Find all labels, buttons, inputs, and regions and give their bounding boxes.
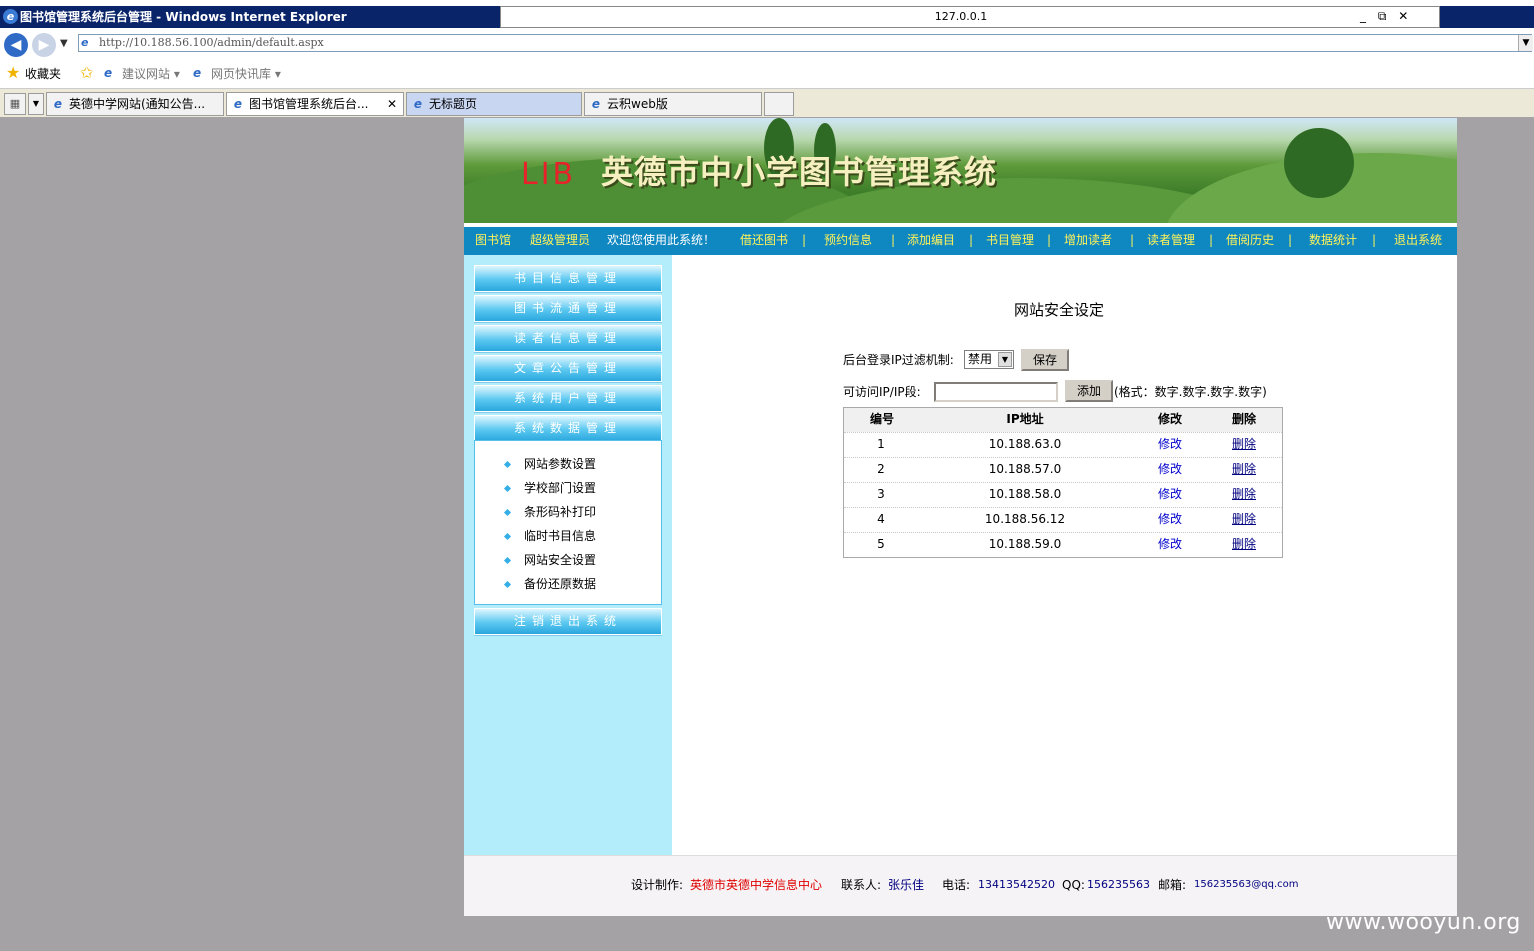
history-dropdown-icon[interactable]: ▼ [60, 38, 68, 49]
save-button[interactable]: 保存 [1021, 349, 1069, 371]
menu-circulation[interactable]: 图书流通管理 [474, 295, 662, 322]
nav-reservations[interactable]: 预约信息 [824, 232, 872, 248]
ie-icon: e [53, 97, 63, 111]
tab-untitled[interactable]: e 无标题页 [406, 92, 582, 116]
edit-link[interactable]: 修改 [1150, 436, 1190, 452]
edit-link[interactable]: 修改 [1150, 536, 1190, 552]
address-dropdown-icon[interactable]: ▼ [1518, 35, 1533, 51]
footer-qq-label: QQ: [1062, 878, 1085, 892]
submenu-departments[interactable]: 学校部门设置 [524, 480, 596, 496]
format-hint: (格式：数字.数字.数字.数字) [1114, 385, 1267, 399]
host-label: 127.0.0.1 [934, 10, 988, 23]
back-icon[interactable]: ◀ [4, 33, 28, 57]
add-button[interactable]: 添加 [1065, 380, 1113, 402]
footer-contact-value: 张乐佳 [888, 878, 925, 892]
col-edit: 修改 [1157, 412, 1182, 426]
col-id: 编号 [869, 412, 894, 426]
footer-email-value: 156235563@qq.com [1194, 879, 1299, 890]
suggested-sites-link[interactable]: 建议网站 ▾ [122, 66, 180, 82]
submenu-temp-books[interactable]: 临时书目信息 [524, 528, 596, 544]
chevron-down-icon[interactable]: ▼ [998, 352, 1012, 367]
delete-link[interactable]: 删除 [1224, 461, 1264, 477]
ie-icon: e [104, 66, 113, 80]
nav-statistics[interactable]: 数据统计 [1309, 232, 1357, 248]
footer-phone-value: 13413542520 [978, 878, 1055, 891]
nav-logout[interactable]: 退出系统 [1394, 232, 1442, 248]
footer-email-label: 邮箱: [1158, 878, 1187, 892]
new-tab-button[interactable] [764, 92, 794, 116]
edit-link[interactable]: 修改 [1150, 461, 1190, 477]
footer-phone-label: 电话: [942, 878, 971, 892]
footer-qq-value: 156235563 [1087, 878, 1150, 891]
page-title: 网站安全设定 [1014, 301, 1105, 319]
delete-link[interactable]: 删除 [1224, 536, 1264, 552]
edit-link[interactable]: 修改 [1150, 511, 1190, 527]
nav-book-management[interactable]: 书目管理 [986, 232, 1034, 248]
ie-logo-icon: e [3, 9, 18, 24]
menu-book-info[interactable]: 书目信息管理 [474, 265, 662, 292]
tab-library-admin[interactable]: e 图书馆管理系统后台... ✕ [226, 92, 404, 116]
favorites-star-icon[interactable]: ★ [6, 65, 20, 81]
menu-reader-info[interactable]: 读者信息管理 [474, 325, 662, 352]
window-title: 图书馆管理系统后台管理 - Windows Internet Explorer [0, 6, 500, 28]
close-icon[interactable]: ✕ [1398, 9, 1408, 23]
banner-title: 英德市中小学图书管理系统 [601, 153, 998, 191]
web-slice-gallery-link[interactable]: 网页快讯库 ▾ [211, 66, 281, 82]
quick-tabs-icon[interactable]: ▦ [4, 93, 26, 115]
ip-input[interactable] [934, 382, 1058, 402]
submenu-security[interactable]: 网站安全设置 [524, 552, 596, 568]
col-ip: IP地址 [1006, 412, 1044, 426]
menu-system-data[interactable]: 系统数据管理 [474, 415, 662, 442]
window-controls: _ ⧉ ✕ [1360, 7, 1420, 25]
ie-icon: e [413, 97, 423, 111]
menu-articles[interactable]: 文章公告管理 [474, 355, 662, 382]
submenu-site-params[interactable]: 网站参数设置 [524, 456, 596, 472]
filter-label: 后台登录IP过滤机制: [843, 353, 954, 367]
address-input[interactable]: http://10.188.56.100/admin/default.aspx [78, 34, 1532, 52]
banner-lib-logo: LIB [521, 157, 577, 192]
nav-welcome: 欢迎您使用此系统！ [607, 233, 716, 247]
restore-icon[interactable]: ⧉ [1378, 9, 1387, 23]
nav-borrow-history[interactable]: 借阅历史 [1226, 232, 1274, 248]
minimize-icon[interactable]: _ [1360, 9, 1366, 23]
logout-button[interactable]: 注销退出系统 [474, 608, 662, 635]
tab-close-icon[interactable]: ✕ [387, 93, 397, 115]
col-delete: 删除 [1231, 412, 1256, 426]
page-icon: e [81, 36, 89, 49]
delete-link[interactable]: 删除 [1224, 486, 1264, 502]
nav-add-catalog[interactable]: 添加编目 [907, 232, 955, 248]
title-bar-right [1440, 6, 1534, 28]
nav-borrow-return[interactable]: 借还图书 [740, 232, 788, 248]
nav-admin: 超级管理员 [530, 233, 591, 247]
nav-add-reader[interactable]: 增加读者 [1064, 232, 1112, 248]
footer-design-label: 设计制作: [631, 878, 684, 892]
tab-school-site[interactable]: e 英德中学网站(通知公告... [46, 92, 224, 116]
ie-icon: e [193, 66, 202, 80]
favorites-button[interactable]: 收藏夹 [25, 66, 61, 82]
tab-list-icon[interactable]: ▼ [28, 93, 44, 115]
submenu-backup[interactable]: 备份还原数据 [524, 576, 596, 592]
forward-icon[interactable]: ▶ [32, 33, 56, 57]
nav-library: 图书馆 [475, 233, 512, 247]
ip-label: 可访问IP/IP段: [843, 385, 921, 399]
footer-contact-label: 联系人: [841, 878, 882, 892]
submenu-barcode-print[interactable]: 条形码补打印 [524, 504, 596, 520]
menu-system-users[interactable]: 系统用户管理 [474, 385, 662, 412]
edit-link[interactable]: 修改 [1150, 486, 1190, 502]
nav-reader-management[interactable]: 读者管理 [1147, 232, 1195, 248]
footer-design-value: 英德市英德中学信息中心 [690, 878, 823, 892]
ie-icon: e [591, 97, 601, 111]
ie-icon: e [233, 97, 243, 111]
watermark: www.wooyun.org [1326, 910, 1521, 935]
add-favorite-icon[interactable]: ✩ [80, 65, 93, 81]
window-host-tab: 127.0.0.1 [500, 6, 1440, 28]
tab-cloud-web[interactable]: e 云积web版 [584, 92, 762, 116]
delete-link[interactable]: 删除 [1224, 511, 1264, 527]
delete-link[interactable]: 删除 [1224, 436, 1264, 452]
